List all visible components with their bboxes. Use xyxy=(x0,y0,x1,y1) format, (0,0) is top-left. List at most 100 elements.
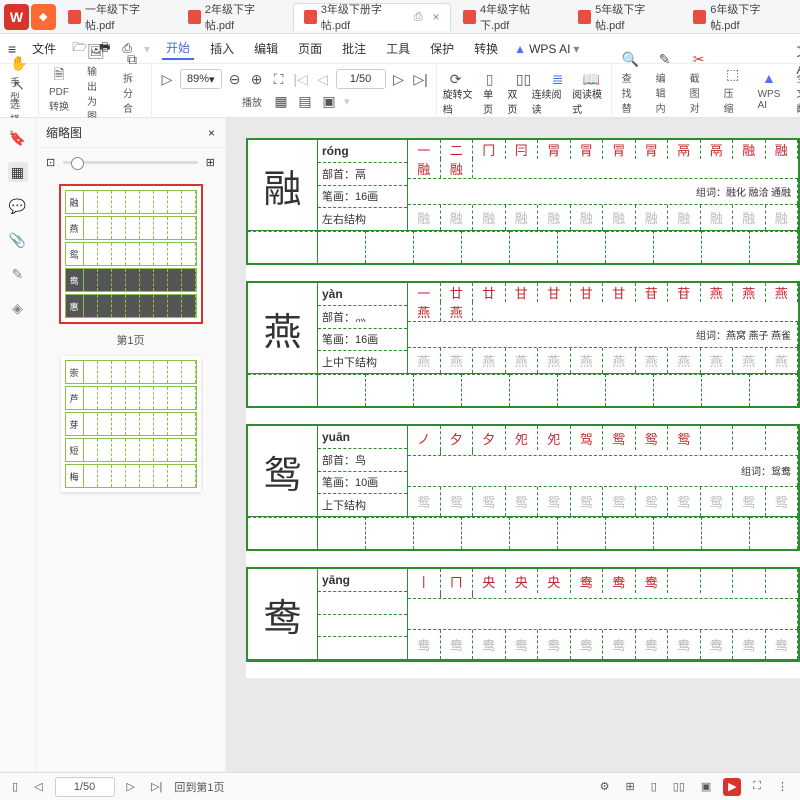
fit-icon[interactable]: ⛶ xyxy=(270,70,288,88)
list-icon[interactable]: ▤ xyxy=(296,92,314,110)
home-tab[interactable]: ◆ xyxy=(31,4,56,30)
page-content: 融róng部首：鬲笔画：16画左右结构一二冂冃冐冐冐冐鬲鬲融融融融组词：融化 融… xyxy=(246,138,800,678)
pdf-icon xyxy=(693,10,706,24)
menu-start[interactable]: 开始 xyxy=(162,37,194,60)
zoom-in-icon[interactable]: ⊕ xyxy=(248,70,266,88)
menu-edit[interactable]: 编辑 xyxy=(250,38,282,59)
status-bar: ▯ ◁ 1/50 ▷ ▷| 回到第1页 ⚙ ⊞ ▯ ▯▯ ▣ ▶ ⛶ ⋮ xyxy=(0,772,800,800)
pdf-icon xyxy=(304,10,317,24)
thumbnail-title: 缩略图 xyxy=(46,124,82,141)
character-glyph: 鸳 xyxy=(248,426,318,516)
view-mode-2-icon[interactable]: ▯ xyxy=(647,778,661,795)
thumbnail-zoom-slider[interactable] xyxy=(63,161,198,164)
char-block: 鸯yāng丨ㄇ央央央鸯鸯鸯鸯鸯鸯鸯鸯鸯鸯鸯鸯鸯鸯鸯 xyxy=(246,567,800,662)
compress-button[interactable]: ⬚压缩 xyxy=(720,63,746,117)
thumbnail-label-1: 第1页 xyxy=(116,332,144,348)
menu-protect[interactable]: 保护 xyxy=(426,38,458,59)
tab-5[interactable]: 5年级下字帖.pdf xyxy=(568,3,681,31)
translate-icon: 文A xyxy=(796,50,800,68)
search-icon: 🔍 xyxy=(622,50,640,68)
hand-icon: ✋ xyxy=(10,54,28,72)
view-mode-3-icon[interactable]: ▯▯ xyxy=(669,778,689,795)
char-info: róng部首：鬲笔画：16画左右结构 xyxy=(318,140,408,230)
pdf-convert-button[interactable]: 🗎PDF转换 xyxy=(45,65,73,115)
last-icon[interactable]: ▷| xyxy=(147,778,166,795)
footer-page-input[interactable]: 1/50 xyxy=(55,777,115,797)
layers-icon[interactable]: ◈ xyxy=(8,298,28,318)
zoom-input[interactable]: 89% ▾ xyxy=(180,69,222,89)
pdf-viewer[interactable]: 融róng部首：鬲笔画：16画左右结构一二冂冃冐冐冐冐鬲鬲融融融融组词：融化 融… xyxy=(226,118,800,772)
settings-icon[interactable]: ⚙ xyxy=(596,778,614,795)
signature-icon[interactable]: ✎ xyxy=(8,264,28,284)
thumbnail-expand-icon[interactable]: ⊞ xyxy=(206,156,215,169)
first-page-icon[interactable]: |◁ xyxy=(292,70,310,88)
character-glyph: 燕 xyxy=(248,283,318,373)
close-panel-icon[interactable]: × xyxy=(208,126,215,140)
ribbon: ✋手型 ↖选择 🗎PDF转换 🖼输出为图片 ⧉拆分合并 ▷ 89% ▾ ⊖ ⊕ … xyxy=(0,64,800,118)
prev-page-icon[interactable]: ◁ xyxy=(314,70,332,88)
sidebar-toggle-icon[interactable]: ▯ xyxy=(8,778,22,795)
thumbnail-panel: 缩略图 × ⊡ ⊞ 融 燕 鸳 鸯 惠 第1页 崇 芦 芽 短 梅 xyxy=(36,118,226,772)
bookmark-icon[interactable]: 🔖 xyxy=(8,128,28,148)
next-icon[interactable]: ▷ xyxy=(123,778,139,795)
view-mode-4-icon[interactable]: ▣ xyxy=(697,778,715,795)
thumbnail-shrink-icon[interactable]: ⊡ xyxy=(46,156,55,169)
menu-page[interactable]: 页面 xyxy=(294,38,326,59)
tab-pin-icon[interactable]: ⎙ xyxy=(414,11,423,24)
char-info: yuān部首：鸟笔画：10画上下结构 xyxy=(318,426,408,516)
pdf-icon xyxy=(463,10,476,24)
close-icon[interactable]: × xyxy=(433,10,440,24)
play-button[interactable]: ▶ xyxy=(723,778,741,796)
more-icon[interactable]: ⋮ xyxy=(773,778,792,795)
crop-icon: ✂ xyxy=(690,50,708,68)
document-tabs: W ◆ 一年级下字帖.pdf 2年级下字帖.pdf 3年级下册字帖.pdf⎙× … xyxy=(0,0,800,34)
convert-icon: 🗎 xyxy=(50,67,68,85)
thumbnail-page-2[interactable]: 崇 芦 芽 短 梅 xyxy=(61,356,201,492)
rotate-label: 旋转文档 xyxy=(443,86,476,116)
tab-6[interactable]: 6年级下字帖.pdf xyxy=(683,3,796,31)
page-input[interactable]: 1/50 xyxy=(336,69,386,89)
character-glyph: 融 xyxy=(248,140,318,230)
menu-convert[interactable]: 转换 xyxy=(470,38,502,59)
tab-3[interactable]: 3年级下册字帖.pdf⎙× xyxy=(293,3,451,31)
split-icon: ⧉ xyxy=(123,50,141,68)
play-icon[interactable]: ▷ xyxy=(158,70,176,88)
wps-ai-menu[interactable]: ▲WPS AI▾ xyxy=(514,42,579,56)
fullscreen-icon[interactable]: ⛶ xyxy=(749,778,765,795)
menu-insert[interactable]: 插入 xyxy=(206,38,238,59)
char-info: yāng xyxy=(318,569,408,659)
comment-icon[interactable]: 💬 xyxy=(8,196,28,216)
menu-tools[interactable]: 工具 xyxy=(382,38,414,59)
back-to-page1[interactable]: 回到第1页 xyxy=(174,779,224,795)
tab-1[interactable]: 一年级下字帖.pdf xyxy=(58,3,176,31)
grid-icon[interactable]: ▦ xyxy=(272,92,290,110)
read-mode-label: 阅读模式 xyxy=(572,86,605,116)
double-label: 双页 xyxy=(507,86,523,116)
thumbnails-icon[interactable]: ▦ xyxy=(8,162,28,182)
wps-ai-button[interactable]: ▲WPS AI xyxy=(754,67,785,113)
image-icon: 🖼 xyxy=(87,43,105,61)
pdf-icon xyxy=(578,10,591,24)
playback-button[interactable]: 播放 xyxy=(238,92,266,111)
next-page-icon[interactable]: ▷ xyxy=(390,70,408,88)
prev-icon[interactable]: ◁ xyxy=(30,778,46,795)
menu-annotate[interactable]: 批注 xyxy=(338,38,370,59)
last-page-icon[interactable]: ▷| xyxy=(412,70,430,88)
edit-icon: ✎ xyxy=(656,50,674,68)
left-sidebar: 🔖 ▦ 💬 📎 ✎ ◈ xyxy=(0,118,36,772)
attachment-icon[interactable]: 📎 xyxy=(8,230,28,250)
zoom-out-icon[interactable]: ⊖ xyxy=(226,70,244,88)
pdf-icon xyxy=(68,10,81,24)
view-icon[interactable]: ▣ xyxy=(320,92,338,110)
tab-2[interactable]: 2年级下字帖.pdf xyxy=(178,3,291,31)
thumbnail-page-1[interactable]: 融 燕 鸳 鸯 惠 xyxy=(61,186,201,322)
wps-logo[interactable]: W xyxy=(4,4,29,30)
char-block: 燕yàn部首：灬笔画：16画上中下结构一廿廿甘甘甘甘苷苷燕燕燕燕燕组词：燕窝 燕… xyxy=(246,281,800,408)
tab-4[interactable]: 4年级字帖下.pdf xyxy=(453,3,566,31)
view-mode-1-icon[interactable]: ⊞ xyxy=(622,778,639,795)
continuous-label: 连续阅读 xyxy=(532,86,565,116)
main-area: 🔖 ▦ 💬 📎 ✎ ◈ 缩略图 × ⊡ ⊞ 融 燕 鸳 鸯 惠 第1页 崇 xyxy=(0,118,800,772)
ai-icon: ▲ xyxy=(760,69,778,87)
cursor-icon: ↖ xyxy=(10,76,28,94)
menu-file[interactable]: 文件 xyxy=(28,38,60,59)
